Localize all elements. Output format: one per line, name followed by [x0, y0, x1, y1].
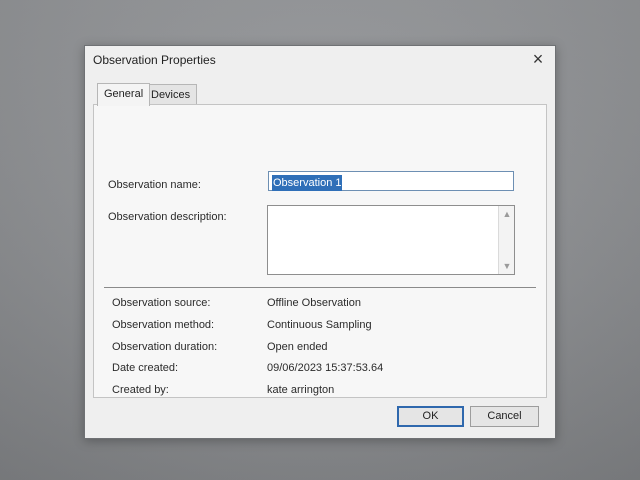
ok-button[interactable]: OK — [397, 406, 464, 427]
observation-name-selected-text: Observation 1 — [272, 175, 343, 191]
titlebar: Observation Properties × — [85, 46, 555, 74]
section-divider — [104, 287, 536, 288]
observation-name-label: Observation name: — [108, 179, 201, 191]
created-by-label: Created by: — [112, 384, 169, 396]
observation-source-value: Offline Observation — [267, 297, 361, 309]
tab-devices[interactable]: Devices — [144, 84, 198, 105]
cancel-button[interactable]: Cancel — [470, 406, 539, 427]
observation-description-field[interactable]: ▲ ▼ — [267, 205, 515, 275]
description-scrollbar[interactable]: ▲ ▼ — [498, 206, 514, 274]
dialog-title: Observation Properties — [93, 53, 216, 67]
observation-method-value: Continuous Sampling — [267, 319, 372, 331]
date-created-label: Date created: — [112, 362, 179, 374]
scroll-down-icon[interactable]: ▼ — [502, 261, 512, 271]
scroll-up-icon[interactable]: ▲ — [502, 209, 512, 219]
general-tab-panel: Observation name: Observation 1 Observat… — [93, 104, 547, 398]
observation-name-input[interactable]: Observation 1 — [268, 171, 514, 191]
observation-source-label: Observation source: — [112, 297, 211, 309]
observation-method-label: Observation method: — [112, 319, 215, 331]
observation-duration-label: Observation duration: — [112, 341, 218, 353]
observation-properties-dialog: Observation Properties × General Devices… — [84, 45, 556, 439]
observation-description-label: Observation description: — [108, 211, 227, 223]
tab-general[interactable]: General — [97, 83, 151, 106]
created-by-value: kate arrington — [267, 384, 335, 396]
observation-duration-value: Open ended — [267, 341, 328, 353]
close-icon[interactable]: × — [529, 50, 547, 68]
date-created-value: 09/06/2023 15:37:53.64 — [267, 362, 384, 374]
